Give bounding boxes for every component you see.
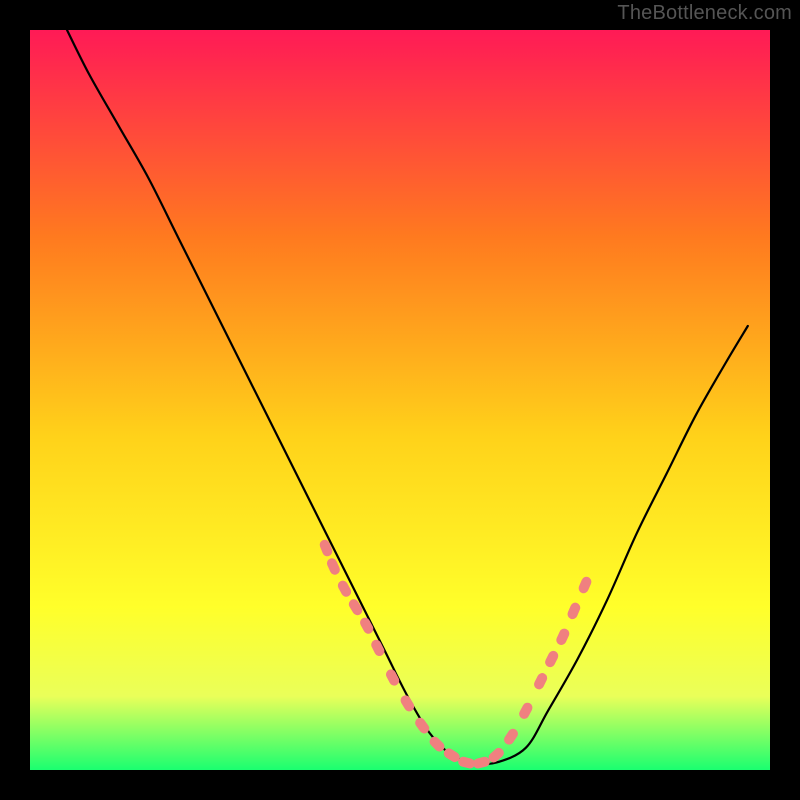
chart-svg [30,30,770,770]
watermark-text: TheBottleneck.com [617,2,792,25]
chart-background [30,30,770,770]
frame-outer: TheBottleneck.com [0,0,800,800]
plot-area [30,30,770,770]
